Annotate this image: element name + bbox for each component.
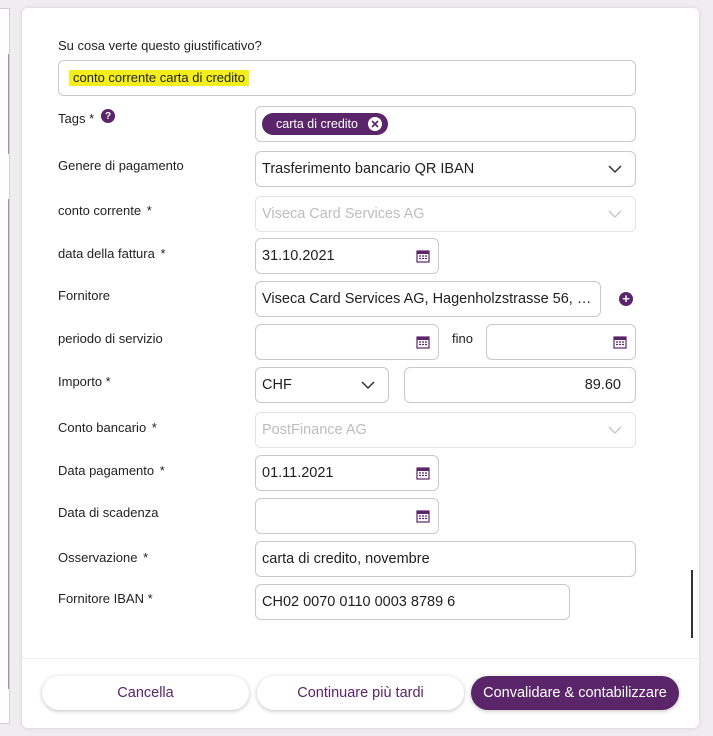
calendar-icon[interactable] <box>613 335 627 349</box>
tag-chip: carta di credito <box>262 113 388 135</box>
continue-later-button[interactable]: Continuare più tardi <box>257 676 464 710</box>
subject-input[interactable]: conto corrente carta di credito <box>58 60 636 96</box>
remove-tag-icon[interactable] <box>367 117 382 131</box>
payment-date-value: 01.11.2021 <box>262 465 334 481</box>
service-period-from-input[interactable] <box>255 324 439 360</box>
calendar-icon[interactable] <box>416 466 430 480</box>
amount-input[interactable]: 89.60 <box>404 367 636 403</box>
payment-type-label: Genere di pagamento <box>58 158 184 173</box>
bank-account-label: Conto bancario * <box>58 420 157 435</box>
validate-and-post-button[interactable]: Convalidare & contabilizzare <box>471 676 679 710</box>
invoice-date-value: 31.10.2021 <box>262 248 335 264</box>
chevron-down-icon <box>361 381 375 390</box>
supplier-value: Viseca Card Services AG, Hagenholzstrass… <box>262 291 594 307</box>
calendar-icon[interactable] <box>416 249 430 263</box>
subject-label: Su cosa verte questo giustificativo? <box>58 38 262 53</box>
currency-select[interactable]: CHF <box>255 367 389 403</box>
supplier-label: Fornitore <box>58 288 111 303</box>
payment-date-input[interactable]: 01.11.2021 <box>255 455 439 491</box>
supplier-iban-input[interactable]: CH02 0070 0110 0003 8789 6 <box>255 584 570 620</box>
calendar-icon[interactable] <box>416 509 430 523</box>
account-select: Viseca Card Services AG <box>255 196 636 232</box>
chevron-down-icon <box>608 426 622 435</box>
service-period-to-input[interactable] <box>486 324 636 360</box>
service-period-label: periodo di servizio <box>58 331 163 346</box>
background-panel <box>0 8 10 724</box>
payment-type-value: Trasferimento bancario QR IBAN <box>262 161 475 177</box>
due-date-input[interactable] <box>255 498 439 534</box>
tag-chip-label: carta di credito <box>276 117 358 131</box>
invoice-date-input[interactable]: 31.10.2021 <box>255 238 439 274</box>
footer-divider <box>22 658 699 659</box>
calendar-icon[interactable] <box>416 335 430 349</box>
cancel-button[interactable]: Cancella <box>42 676 249 710</box>
tags-input[interactable]: carta di credito <box>255 106 636 142</box>
amount-label: Importo * <box>58 374 111 389</box>
bank-account-select: PostFinance AG <box>255 412 636 448</box>
background-border <box>8 54 9 154</box>
amount-value: 89.60 <box>584 377 621 393</box>
invoice-date-label: data della fattura * <box>58 246 166 261</box>
account-value: Viseca Card Services AG <box>262 206 425 222</box>
note-input[interactable]: carta di credito, novembre <box>255 541 636 577</box>
background-border <box>8 199 9 689</box>
document-dialog: Su cosa verte questo giustificativo? con… <box>22 8 699 728</box>
supplier-iban-value: CH02 0070 0110 0003 8789 6 <box>262 594 456 610</box>
account-label: conto corrente * <box>58 203 152 218</box>
chevron-down-icon <box>608 210 622 219</box>
due-date-label: Data di scadenza <box>58 505 159 520</box>
supplier-input[interactable]: Viseca Card Services AG, Hagenholzstrass… <box>255 281 601 317</box>
payment-date-label: Data pagamento * <box>58 463 165 478</box>
supplier-iban-label: Fornitore IBAN * <box>58 591 153 606</box>
bank-account-value: PostFinance AG <box>262 422 367 438</box>
scrollbar[interactable] <box>691 570 693 638</box>
note-value: carta di credito, novembre <box>262 551 430 567</box>
payment-type-select[interactable]: Trasferimento bancario QR IBAN <box>255 151 636 187</box>
note-label: Osservazione * <box>58 550 149 565</box>
service-period-to-label: fino <box>452 331 473 346</box>
subject-value: conto corrente carta di credito <box>69 70 249 86</box>
add-supplier-icon[interactable]: + <box>619 292 633 306</box>
question-icon[interactable]: ? <box>101 109 115 123</box>
tags-label: Tags * <box>58 111 95 126</box>
chevron-down-icon <box>608 165 622 174</box>
